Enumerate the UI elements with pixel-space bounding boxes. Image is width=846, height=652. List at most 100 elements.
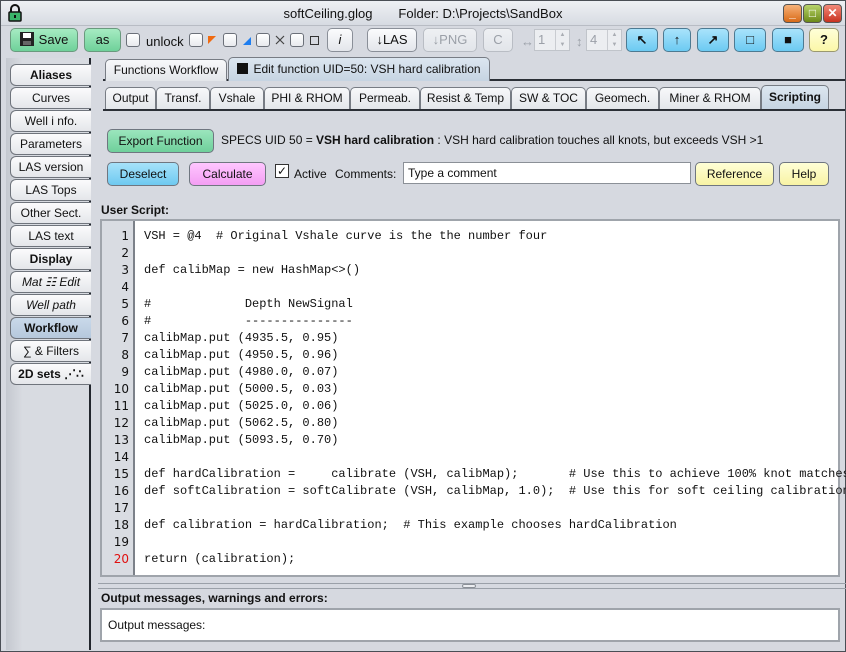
code-line[interactable]: calibMap.put (5000.5, 0.03)	[144, 382, 338, 396]
sidebar-item-2d-sets[interactable]: 2D sets ⋰∴	[10, 363, 91, 385]
code-line[interactable]: # Depth NewSignal	[144, 297, 353, 311]
line-number: 16	[113, 484, 129, 498]
sidebar-item-label: Other Sect.	[20, 206, 82, 220]
reference-button[interactable]: Reference	[695, 162, 774, 186]
code-line[interactable]: calibMap.put (4980.0, 0.07)	[144, 365, 338, 379]
deselect-button[interactable]: Deselect	[107, 162, 179, 186]
code-line[interactable]: def hardCalibration = calibrate (VSH, ca…	[144, 467, 846, 481]
tab-permeab[interactable]: Permeab.	[350, 87, 420, 109]
line-number: 4	[121, 280, 129, 294]
output-text: Output messages:	[108, 618, 206, 632]
tab-label: Vshale	[218, 91, 256, 105]
minimize-button[interactable]: _	[783, 4, 802, 23]
c-button[interactable]: C	[483, 28, 513, 52]
tab-resist-temp[interactable]: Resist & Temp	[420, 87, 511, 109]
sidebar-item-curves[interactable]: Curves	[10, 87, 91, 109]
code-line[interactable]: def softCalibration = softCalibrate (VSH…	[144, 484, 846, 498]
save-as-button[interactable]: as	[84, 28, 121, 52]
sidebar-item-las-tops[interactable]: LAS Tops	[10, 179, 91, 201]
export-png-button[interactable]: ↓PNG	[423, 28, 477, 52]
code-line[interactable]: def calibMap = new HashMap<>()	[144, 263, 360, 277]
code-line[interactable]: calibMap.put (4935.5, 0.95)	[144, 331, 338, 345]
tab-phi-rhom[interactable]: PHI & RHOM	[264, 87, 350, 109]
export-function-button[interactable]: Export Function	[107, 129, 214, 153]
close-button[interactable]: ✕	[823, 4, 842, 23]
info-icon: i	[338, 32, 342, 47]
tab-output[interactable]: Output	[105, 87, 156, 109]
square-checkbox[interactable]	[290, 33, 304, 47]
drag-handle-icon[interactable]	[462, 584, 476, 588]
help-button-panel[interactable]: Help	[779, 162, 829, 186]
sidebar-item-workflow[interactable]: Workflow	[10, 317, 91, 339]
info-button[interactable]: i	[327, 28, 353, 52]
unlock-checkbox[interactable]	[126, 33, 140, 47]
specs-prefix: SPECS UID 50 =	[221, 133, 317, 147]
calculate-label: Calculate	[202, 167, 253, 181]
sidebar-item-label: ∑ & Filters	[23, 344, 79, 358]
tab-label: Transf.	[164, 91, 202, 105]
arrow-ne-icon: ↗	[707, 32, 719, 47]
sidebar-item-well-info[interactable]: Well i nfo.	[10, 110, 91, 132]
file-name: softCeiling.glog	[283, 6, 373, 21]
code-line[interactable]: return (calibration);	[144, 552, 295, 566]
code-line[interactable]: calibMap.put (4950.5, 0.96)	[144, 348, 338, 362]
output-messages-box[interactable]: Output messages:	[100, 608, 840, 642]
script-editor[interactable]: 1 2 3 4 5 6 7 8 9 10 11 12 13 14 15 16 17 18 19 20 VSH = @4…	[100, 219, 846, 577]
vertical-spinner[interactable]: 4 ▲ ▼	[586, 29, 622, 51]
tab-sw-toc[interactable]: SW & TOC	[511, 87, 586, 109]
align-top-button[interactable]: ↑	[663, 28, 691, 52]
tab-scripting[interactable]: Scripting	[761, 85, 829, 109]
align-top-left-button[interactable]: ↖	[626, 28, 658, 52]
sidebar-item-well-path[interactable]: Well path	[10, 294, 91, 316]
line-number: 18	[113, 518, 129, 532]
sidebar-item-label: LAS text	[28, 229, 74, 243]
code-line[interactable]: # ---------------	[144, 314, 353, 328]
sidebar-item-las-text[interactable]: LAS text	[10, 225, 91, 247]
code-line[interactable]: def calibration = hardCalibration; # Thi…	[144, 518, 677, 532]
sidebar-item-las-version[interactable]: LAS version	[10, 156, 91, 178]
checkmark-icon: ✓	[276, 164, 288, 178]
square-filled-button[interactable]: ■	[772, 28, 804, 52]
horizontal-spinner[interactable]: 1 ▲ ▼	[534, 29, 570, 51]
active-checkbox[interactable]: ✓	[275, 164, 289, 178]
split-pane-divider[interactable]	[98, 583, 846, 589]
tab-vshale[interactable]: Vshale	[210, 87, 264, 109]
cross-checkbox[interactable]	[256, 33, 270, 47]
square-filled-icon: ■	[784, 32, 792, 47]
sidebar-item-label: LAS version	[18, 160, 84, 174]
square-outline-button[interactable]: □	[734, 28, 766, 52]
arrow-nw-icon: ↖	[636, 32, 648, 47]
code-line[interactable]: calibMap.put (5062.5, 0.80)	[144, 416, 338, 430]
spinner-arrows-icon[interactable]: ▲ ▼	[607, 30, 621, 50]
spinner-arrows-icon[interactable]: ▲ ▼	[555, 30, 569, 50]
code-line[interactable]: calibMap.put (5025.0, 0.06)	[144, 399, 338, 413]
comments-input[interactable]	[403, 162, 691, 184]
align-top-right-button[interactable]: ↗	[697, 28, 729, 52]
tab-transf[interactable]: Transf.	[156, 87, 210, 109]
export-las-label: ↓LAS	[376, 32, 408, 47]
code-line[interactable]: calibMap.put (5093.5, 0.70)	[144, 433, 338, 447]
maximize-button[interactable]: □	[803, 4, 822, 23]
sidebar-item-mat-edit[interactable]: Mat ☷ Edit	[10, 271, 91, 293]
blue-triangle-checkbox[interactable]	[223, 33, 237, 47]
code-line[interactable]: VSH = @4 # Original Vshale curve is the …	[144, 229, 547, 243]
sidebar-item-display[interactable]: Display	[10, 248, 91, 270]
save-as-label: as	[95, 32, 110, 47]
tab-functions-workflow[interactable]: Functions Workflow	[105, 59, 227, 81]
line-number: 13	[113, 433, 129, 447]
tab-miner-rhom[interactable]: Miner & RHOM	[659, 87, 761, 109]
orange-triangle-checkbox[interactable]	[189, 33, 203, 47]
arrow-up-icon: ↑	[673, 32, 681, 47]
save-button[interactable]: Save	[10, 28, 78, 52]
horizontal-spinner-value: 1	[538, 32, 546, 47]
sidebar-item-aliases[interactable]: Aliases	[10, 64, 91, 86]
sidebar-item-parameters[interactable]: Parameters	[10, 133, 91, 155]
sidebar-item-filters[interactable]: ∑ & Filters	[10, 340, 91, 362]
reference-label: Reference	[706, 167, 763, 181]
calculate-button[interactable]: Calculate	[189, 162, 266, 186]
sidebar-item-other-sect[interactable]: Other Sect.	[10, 202, 91, 224]
export-las-button[interactable]: ↓LAS	[367, 28, 417, 52]
tab-edit-function[interactable]: Edit function UID=50: VSH hard calibrati…	[228, 57, 490, 81]
tab-geomech[interactable]: Geomech.	[586, 87, 659, 109]
help-button[interactable]: ?	[809, 28, 839, 52]
